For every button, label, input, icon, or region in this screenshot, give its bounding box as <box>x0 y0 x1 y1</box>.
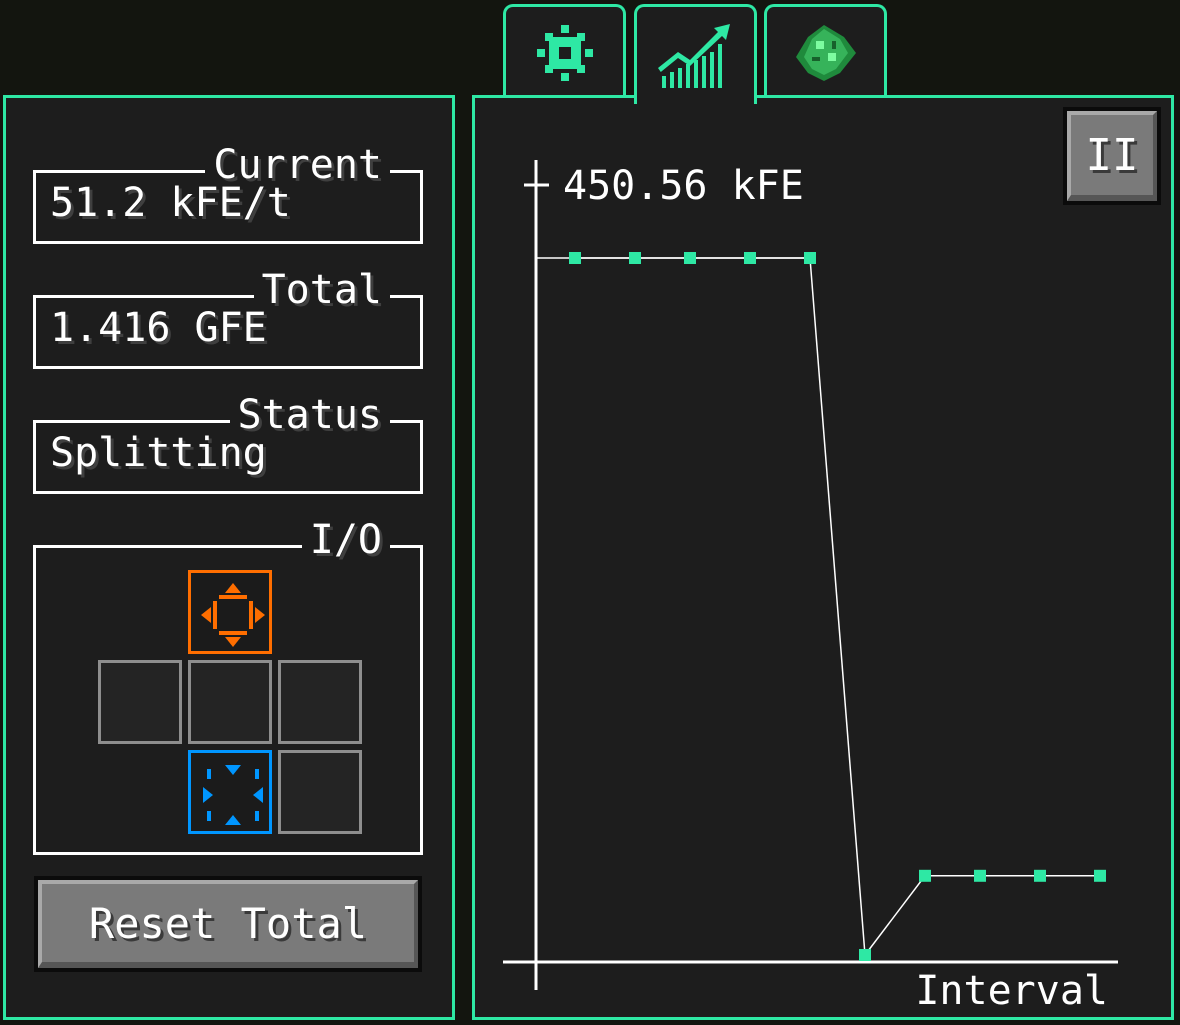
io-slot-center[interactable] <box>188 660 272 744</box>
x-axis-label: Interval <box>915 968 1108 1014</box>
data-point <box>974 869 986 882</box>
series-segment <box>809 257 866 956</box>
io-label: I/O <box>301 518 390 562</box>
io-slot-back[interactable] <box>278 750 362 834</box>
status-value: Splitting <box>50 430 267 476</box>
input-arrows-icon <box>203 765 263 825</box>
data-point <box>629 252 641 264</box>
series-segment <box>864 875 926 956</box>
total-field: Total 1.416 GFE <box>33 268 423 369</box>
current-value: 51.2 kFE/t <box>50 180 291 226</box>
chart-icon <box>657 23 734 88</box>
total-label: Total <box>253 268 390 312</box>
gear-icon <box>536 24 593 81</box>
data-point <box>569 252 581 264</box>
energy-graph: 450.56 kFE Interval <box>503 160 1118 1014</box>
tab-statistics[interactable] <box>634 4 757 104</box>
current-field: Current 51.2 kFE/t <box>33 143 423 244</box>
data-point <box>684 252 696 264</box>
io-slot-top[interactable] <box>188 570 272 654</box>
io-slot-left[interactable] <box>98 660 182 744</box>
output-arrows-icon <box>201 583 265 647</box>
io-slot-right[interactable] <box>278 660 362 744</box>
data-point <box>1034 869 1046 882</box>
status-field: Status Splitting <box>33 393 423 494</box>
reset-total-label: Reset Total <box>38 880 418 968</box>
reset-total-button[interactable]: Reset Total <box>34 876 422 972</box>
data-point <box>919 869 931 882</box>
data-point <box>1094 869 1106 882</box>
data-point <box>804 252 816 264</box>
tab-upgrades[interactable] <box>764 4 887 98</box>
pause-label: II <box>1067 111 1157 201</box>
energy-series <box>569 252 1106 961</box>
y-max-label: 450.56 kFE <box>563 163 804 209</box>
data-point <box>744 252 756 264</box>
total-value: 1.416 GFE <box>50 305 267 351</box>
emerald-icon <box>795 24 856 81</box>
data-point <box>859 949 871 961</box>
pause-button[interactable]: II <box>1063 107 1161 205</box>
io-slot-bottom[interactable] <box>188 750 272 834</box>
tab-settings[interactable] <box>503 4 626 98</box>
